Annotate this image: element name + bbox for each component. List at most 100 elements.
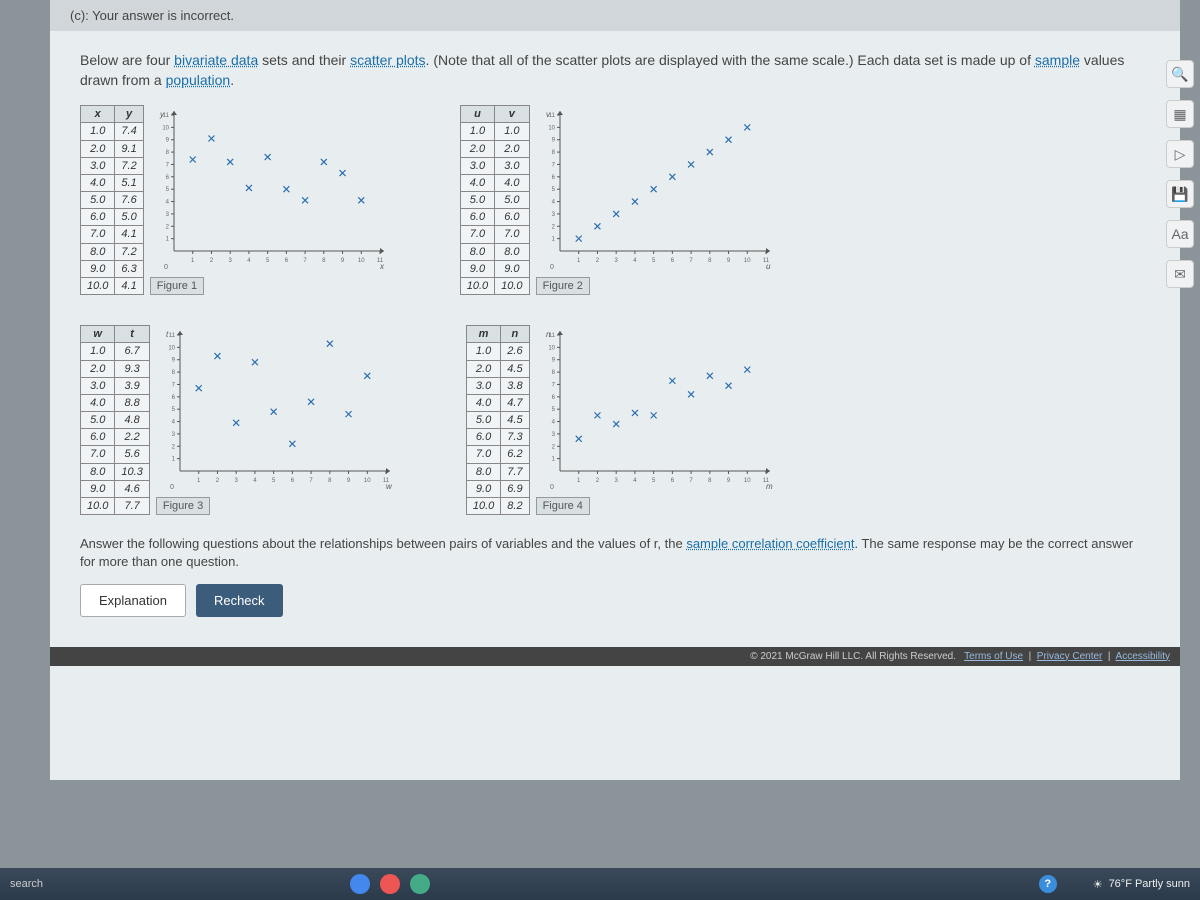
data-cell: 7.0 xyxy=(495,226,529,243)
data-cell: 7.0 xyxy=(460,226,494,243)
explanation-button[interactable]: Explanation xyxy=(80,584,186,617)
read-aloud-icon[interactable]: 🔍 xyxy=(1166,60,1194,88)
intro-text: Below are four bivariate data sets and t… xyxy=(80,51,1150,90)
data-cell: 5.0 xyxy=(81,192,115,209)
data-cell: 2.0 xyxy=(81,360,115,377)
app-icon[interactable] xyxy=(350,874,370,894)
svg-text:10: 10 xyxy=(162,126,169,132)
help-icon[interactable]: ? xyxy=(1039,875,1057,893)
terms-link[interactable]: Terms of Use xyxy=(964,651,1023,662)
svg-text:4: 4 xyxy=(247,258,251,264)
data-cell: 4.5 xyxy=(501,412,529,429)
data-cell: 4.1 xyxy=(115,277,143,294)
svg-text:6: 6 xyxy=(551,175,555,181)
col-header: u xyxy=(460,106,494,123)
button-row: Explanation Recheck xyxy=(80,584,1150,617)
data-cell: 5.0 xyxy=(495,192,529,209)
svg-text:9: 9 xyxy=(726,478,730,484)
scatter-plot-2: 11223344556677889910101111vu0 xyxy=(536,105,776,275)
dataset-4: mn1.02.62.04.53.03.84.04.75.04.56.07.37.… xyxy=(466,325,776,515)
svg-text:10: 10 xyxy=(548,346,555,352)
svg-text:1: 1 xyxy=(577,258,581,264)
svg-text:9: 9 xyxy=(341,258,345,264)
link-sample-correlation-coefficient[interactable]: sample correlation coefficient xyxy=(686,536,854,551)
col-header: w xyxy=(81,326,115,343)
data-cell: 1.0 xyxy=(81,123,115,140)
svg-text:7: 7 xyxy=(309,478,313,484)
data-cell: 5.0 xyxy=(81,412,115,429)
figure-label: Figure 2 xyxy=(536,277,590,295)
data-cell: 6.0 xyxy=(460,209,494,226)
svg-text:4: 4 xyxy=(633,258,637,264)
svg-text:6: 6 xyxy=(172,395,176,401)
scatter-plot-3: 11223344556677889910101111tw0 xyxy=(156,325,396,495)
save-icon[interactable]: 💾 xyxy=(1166,180,1194,208)
data-cell: 7.4 xyxy=(115,123,143,140)
svg-text:2: 2 xyxy=(595,258,599,264)
svg-text:5: 5 xyxy=(652,478,656,484)
chrome-icon[interactable] xyxy=(410,874,430,894)
windows-taskbar: search ? ☀76°F Partly sunn xyxy=(0,868,1200,900)
data-table-4: mn1.02.62.04.53.03.84.04.75.04.56.07.37.… xyxy=(466,325,530,515)
data-cell: 8.2 xyxy=(501,497,529,514)
intro-pre: Below are four xyxy=(80,52,174,68)
svg-text:10: 10 xyxy=(743,258,750,264)
svg-text:5: 5 xyxy=(551,407,555,413)
taskbar-search[interactable]: search xyxy=(10,878,70,890)
svg-text:10: 10 xyxy=(168,346,175,352)
svg-text:7: 7 xyxy=(172,383,176,389)
data-cell: 10.3 xyxy=(115,463,149,480)
figure-label: Figure 4 xyxy=(536,497,590,515)
svg-text:5: 5 xyxy=(551,187,555,193)
mail-icon[interactable]: ✉ xyxy=(1166,260,1194,288)
data-cell: 7.7 xyxy=(115,497,149,514)
data-cell: 1.0 xyxy=(81,343,115,360)
font-icon[interactable]: Aa xyxy=(1166,220,1194,248)
data-cell: 3.0 xyxy=(81,377,115,394)
link-scatter-plots[interactable]: scatter plots xyxy=(350,52,425,68)
link-population[interactable]: population xyxy=(166,72,231,88)
data-cell: 7.0 xyxy=(466,446,500,463)
right-toolbar: 🔍 ▦ ▷ 💾 Aa ✉ xyxy=(1166,60,1194,288)
dataset-3: wt1.06.72.09.33.03.94.08.85.04.86.02.27.… xyxy=(80,325,396,515)
calculator-icon[interactable]: ▦ xyxy=(1166,100,1194,128)
weather-widget[interactable]: ? ☀76°F Partly sunn xyxy=(1039,875,1190,893)
data-cell: 1.0 xyxy=(460,123,494,140)
play-icon[interactable]: ▷ xyxy=(1166,140,1194,168)
svg-text:m: m xyxy=(766,482,773,491)
svg-text:0: 0 xyxy=(550,264,554,271)
col-header: v xyxy=(495,106,529,123)
svg-text:10: 10 xyxy=(743,478,750,484)
data-cell: 6.2 xyxy=(501,446,529,463)
svg-text:2: 2 xyxy=(551,444,555,450)
svg-text:2: 2 xyxy=(210,258,214,264)
svg-text:1: 1 xyxy=(551,237,555,243)
privacy-link[interactable]: Privacy Center xyxy=(1037,651,1103,662)
scatter-plot-1: 11223344556677889910101111yx0 xyxy=(150,105,390,275)
app-icon[interactable] xyxy=(380,874,400,894)
data-cell: 4.5 xyxy=(501,360,529,377)
data-cell: 5.0 xyxy=(460,192,494,209)
question-text: Answer the following questions about the… xyxy=(80,535,1150,571)
svg-text:0: 0 xyxy=(550,484,554,491)
accessibility-link[interactable]: Accessibility xyxy=(1116,651,1170,662)
data-cell: 6.0 xyxy=(495,209,529,226)
svg-text:6: 6 xyxy=(291,478,295,484)
svg-text:9: 9 xyxy=(165,138,169,144)
data-cell: 1.0 xyxy=(495,123,529,140)
svg-text:2: 2 xyxy=(216,478,220,484)
recheck-button[interactable]: Recheck xyxy=(196,584,283,617)
data-table-3: wt1.06.72.09.33.03.94.08.85.04.86.02.27.… xyxy=(80,325,150,515)
data-cell: 5.6 xyxy=(115,446,149,463)
svg-text:1: 1 xyxy=(172,457,176,463)
svg-text:7: 7 xyxy=(303,258,307,264)
link-sample[interactable]: sample xyxy=(1035,52,1080,68)
data-cell: 9.0 xyxy=(460,260,494,277)
svg-text:6: 6 xyxy=(551,395,555,401)
svg-text:1: 1 xyxy=(577,478,581,484)
data-cell: 3.0 xyxy=(495,157,529,174)
data-cell: 3.0 xyxy=(81,157,115,174)
link-bivariate-data[interactable]: bivariate data xyxy=(174,52,258,68)
svg-text:w: w xyxy=(386,482,393,491)
data-cell: 9.0 xyxy=(81,480,115,497)
